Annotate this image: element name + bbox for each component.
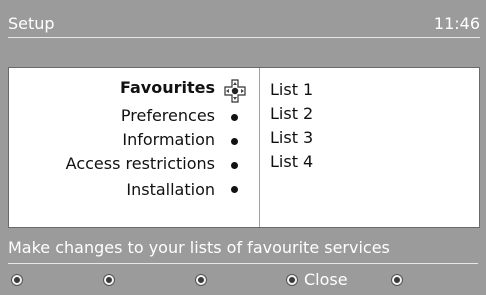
list-item-1[interactable]: List 1 (270, 80, 313, 102)
menu-item-favourites[interactable]: Favourites (120, 78, 215, 100)
favourite-lists: List 1 List 2 List 3 List 4 (259, 68, 479, 227)
tv-setup-screen: Setup 11:46 Favourites Preferences Infor… (0, 0, 486, 295)
help-text: Make changes to your lists of favourite … (8, 238, 478, 264)
dot-icon (231, 138, 238, 145)
setup-menu: Favourites Preferences Information Acces… (9, 68, 259, 227)
menu-item-installation[interactable]: Installation (126, 180, 215, 202)
blue-button-icon[interactable] (287, 275, 297, 285)
menu-panel: Favourites Preferences Information Acces… (8, 67, 480, 228)
screen-title: Setup (8, 14, 55, 33)
remote-button-bar: Close (0, 270, 486, 295)
menu-item-information[interactable]: Information (122, 130, 215, 152)
menu-item-preferences[interactable]: Preferences (121, 106, 215, 128)
navigation-cross-icon (224, 79, 246, 103)
menu-item-access-restrictions[interactable]: Access restrictions (66, 154, 215, 176)
green-button-icon[interactable] (104, 275, 114, 285)
header-bar: Setup 11:46 (8, 10, 480, 38)
list-item-4[interactable]: List 4 (270, 152, 313, 174)
close-label[interactable]: Close (304, 270, 348, 289)
list-item-3[interactable]: List 3 (270, 128, 313, 150)
list-item-2[interactable]: List 2 (270, 104, 313, 126)
red-button-icon[interactable] (12, 275, 22, 285)
dot-icon (231, 162, 238, 169)
dot-icon (231, 114, 238, 121)
yellow-button-icon[interactable] (196, 275, 206, 285)
option-button-icon[interactable] (392, 275, 402, 285)
clock: 11:46 (433, 14, 480, 33)
dot-icon (231, 186, 238, 193)
